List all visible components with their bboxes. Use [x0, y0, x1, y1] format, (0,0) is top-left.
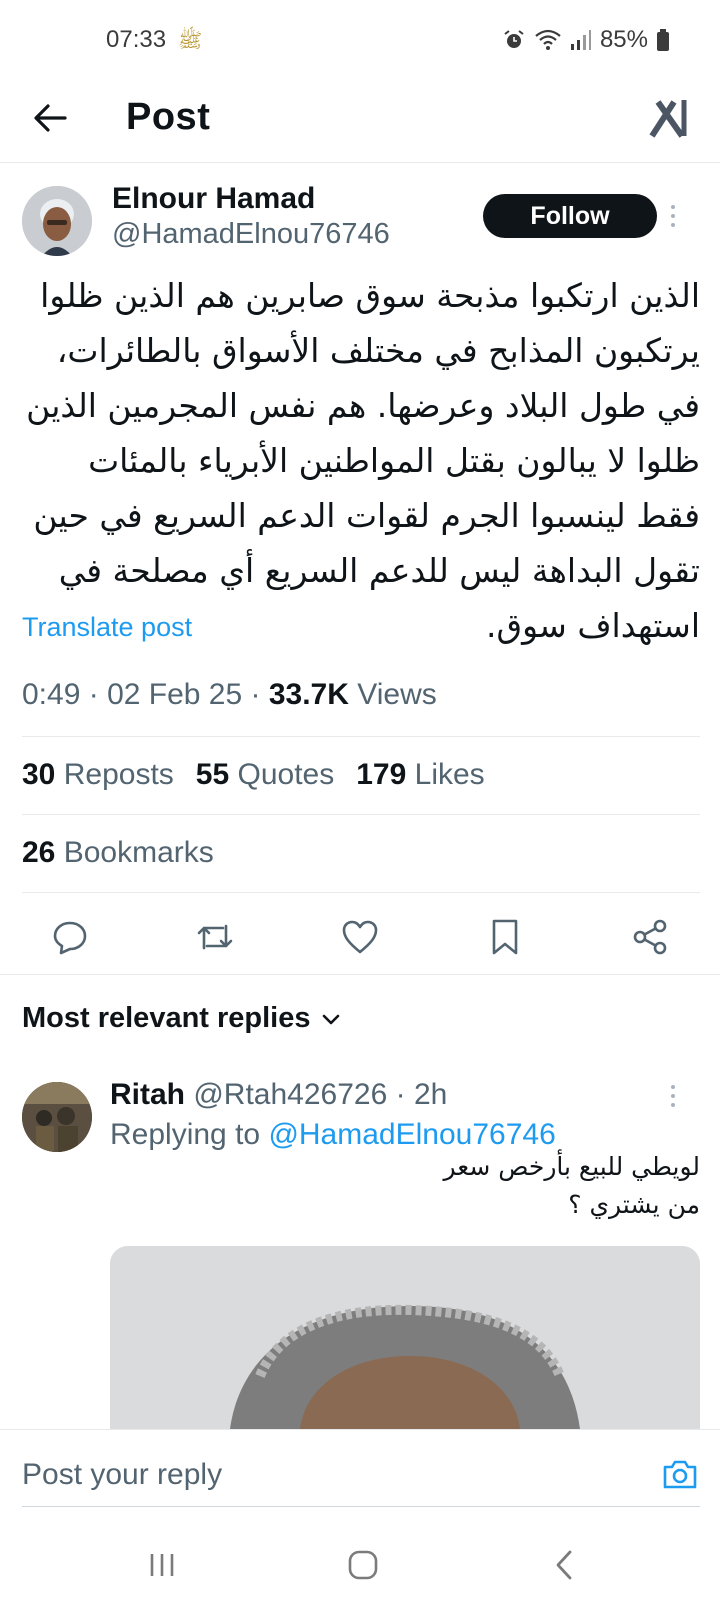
engagement-stats: 30 Reposts 55 Quotes 179 Likes [22, 758, 485, 792]
post-time: 0:49 [22, 678, 81, 711]
recent-apps-icon[interactable] [137, 1540, 187, 1590]
bookmark-icon[interactable] [483, 915, 527, 959]
replies-sort-dropdown[interactable]: Most relevant replies [22, 1002, 341, 1035]
author-handle[interactable]: @HamadElnou76746 [112, 218, 390, 251]
actions-divider [0, 974, 720, 975]
author-avatar[interactable] [22, 186, 92, 256]
page-title: Post [126, 96, 211, 138]
reply-text-line: لويطي للبيع بأرخص سعر [443, 1152, 701, 1181]
reply-age: 2h [413, 1078, 448, 1111]
reply-image[interactable] [110, 1246, 700, 1429]
reply-input[interactable]: Post your reply [22, 1458, 222, 1492]
wifi-icon [534, 28, 562, 52]
replying-handle-link[interactable]: @HamadElnou76746 [268, 1118, 555, 1151]
reposts-stat[interactable]: 30 Reposts [22, 758, 174, 792]
stats-divider [22, 814, 700, 815]
status-emoji: ﷺ [178, 30, 203, 52]
battery-percent: 85% [599, 26, 648, 53]
signal-icon [570, 29, 592, 51]
camera-icon[interactable] [660, 1454, 700, 1494]
reply-text: لويطي للبيع بأرخص سعر من يشتري ؟ [120, 1148, 701, 1224]
author-name[interactable]: Elnour Hamad [112, 182, 315, 216]
post-text: الذين ارتكبوا مذبحة سوق صابرين هم الذين … [26, 276, 700, 645]
post-more-icon[interactable] [663, 196, 683, 236]
status-time: 07:33 [106, 26, 167, 53]
quotes-stat[interactable]: 55 Quotes [196, 758, 334, 792]
reply-more-icon[interactable] [663, 1076, 683, 1116]
views-count: 33.7K [268, 678, 349, 711]
reply-icon[interactable] [48, 915, 92, 959]
reply-author-name[interactable]: Ritah [110, 1078, 185, 1111]
replying-to: Replying to @HamadElnou76746 [110, 1118, 556, 1152]
post-meta: 0:49 · 02 Feb 25 · 33.7K Views [22, 678, 437, 711]
bookmarks-stat[interactable]: 26 Bookmarks [22, 836, 214, 870]
replies-heading: Most relevant replies [22, 1002, 311, 1034]
reply-author-handle[interactable]: @Rtah426726 [193, 1078, 387, 1111]
repost-icon[interactable] [193, 915, 237, 959]
views-label: Views [357, 678, 437, 711]
alarm-icon [502, 28, 526, 52]
share-icon[interactable] [628, 915, 672, 959]
home-icon[interactable] [338, 1540, 388, 1590]
header-divider [0, 162, 720, 163]
follow-button[interactable]: Follow [483, 194, 657, 238]
x-logo-icon[interactable] [648, 96, 692, 140]
meta-divider [22, 736, 700, 737]
post-date: 02 Feb 25 [107, 678, 243, 711]
likes-stat[interactable]: 179 Likes [356, 758, 484, 792]
system-back-icon[interactable] [540, 1540, 590, 1590]
composer-underline [22, 1506, 700, 1507]
reply-header: Ritah @Rtah426726 · 2h [110, 1078, 448, 1111]
translate-post-link[interactable]: Translate post [22, 612, 192, 643]
reply-text-line: من يشتري ؟ [568, 1190, 700, 1219]
reply-avatar[interactable] [22, 1082, 92, 1152]
back-arrow-icon[interactable] [28, 96, 72, 140]
bookmarks-divider [22, 892, 700, 893]
like-heart-icon[interactable] [338, 915, 382, 959]
replying-prefix: Replying to [110, 1118, 261, 1151]
status-indicators: 85% [502, 26, 670, 54]
battery-icon [656, 28, 670, 52]
chevron-down-icon [321, 1002, 341, 1035]
